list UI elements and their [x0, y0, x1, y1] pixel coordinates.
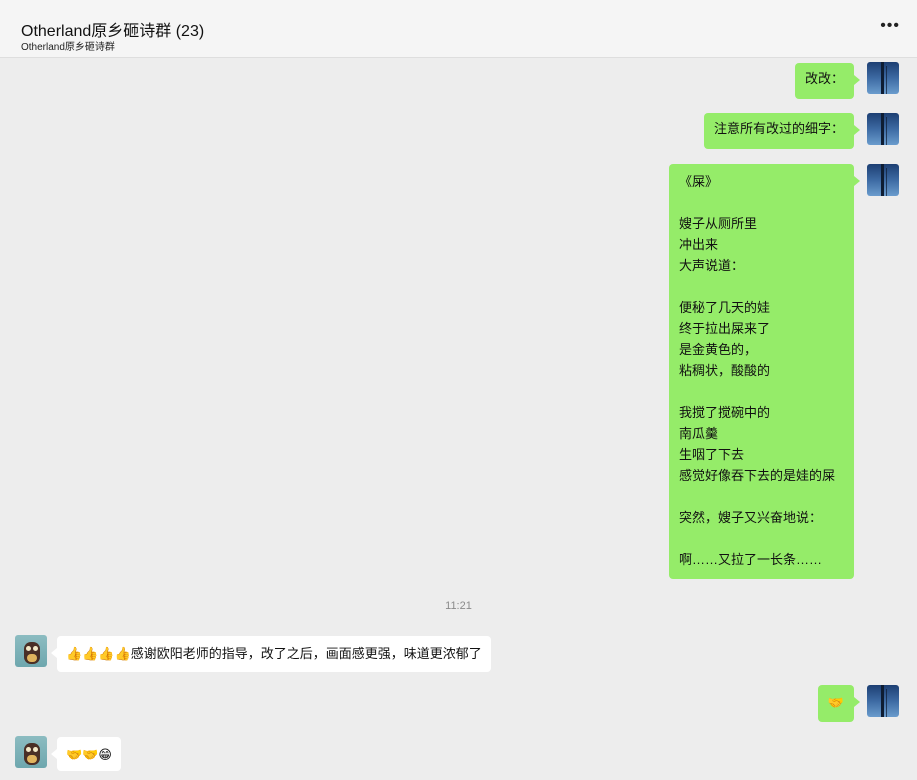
message-bubble-sent[interactable]: 改改： [794, 63, 861, 99]
poem-line: 南瓜羹 [679, 426, 719, 441]
more-options-icon[interactable]: ••• [880, 18, 900, 34]
poem-line [679, 528, 844, 549]
message-timestamp: 11:21 [445, 600, 472, 612]
poem-line [679, 276, 844, 297]
chat-subtitle: Otherland原乡砸诗群 [21, 42, 115, 53]
poem-line: 是金黄色的， [679, 342, 758, 357]
message-bubble-received[interactable]: 🤝🤝😁 [51, 737, 121, 771]
my-avatar[interactable] [867, 62, 899, 94]
poem-message-bubble[interactable]: 《屎》嫂子从厕所里 冲出来大声说道： 便秘了几天的娃 终于拉出屎来了 是金黄色的， 粘稠状… [669, 164, 860, 579]
poem-line: 生咽了下去 [679, 447, 745, 462]
poem-line [679, 192, 844, 213]
poem-line: 啊……又拉了一长条…… [679, 552, 823, 567]
handshake-emoji: 🤝 [827, 695, 844, 710]
message-bubble-sent[interactable]: 注意所有改过的细字： [703, 113, 861, 149]
my-avatar[interactable] [867, 164, 899, 196]
poem-line: 嫂子从厕所里 [679, 216, 758, 231]
poem-line: 终于拉出屎来了 [679, 321, 771, 336]
chat-header: Otherland原乡砸诗群 (23) Otherland原乡砸诗群 ••• [0, 0, 917, 58]
sender-avatar[interactable] [15, 635, 47, 667]
message-text: 注意所有改过的细字： [713, 121, 844, 136]
poem-line: 突然，嫂子又兴奋地说： [679, 510, 823, 525]
poem-line: 粘稠状，酸酸的 [679, 363, 771, 378]
poem-line [679, 381, 844, 402]
poem-line: 冲出来 [679, 237, 719, 252]
message-bubble-received[interactable]: 👍👍👍👍感谢欧阳老师的指导，改了之后，画面感更强，味道更浓郁了 [51, 636, 491, 672]
poem-line [679, 486, 844, 507]
sender-avatar[interactable] [15, 736, 47, 768]
message-bubble-sent[interactable]: 🤝 [817, 685, 861, 722]
poem-line: 感觉好像吞下去的是娃的屎 [679, 468, 836, 483]
message-text: 👍👍👍👍感谢欧阳老师的指导，改了之后，画面感更强，味道更浓郁了 [66, 646, 482, 661]
poem-line: 大声说道： [679, 258, 745, 273]
poem-line: 我搅了搅碗中的 [679, 405, 771, 420]
poem-line: 《屎》 [679, 174, 719, 189]
my-avatar[interactable] [867, 685, 899, 717]
my-avatar[interactable] [867, 113, 899, 145]
poem-line: 便秘了几天的娃 [679, 300, 771, 315]
emoji-message-text: 🤝🤝😁 [66, 747, 112, 762]
message-text: 改改： [804, 71, 844, 86]
